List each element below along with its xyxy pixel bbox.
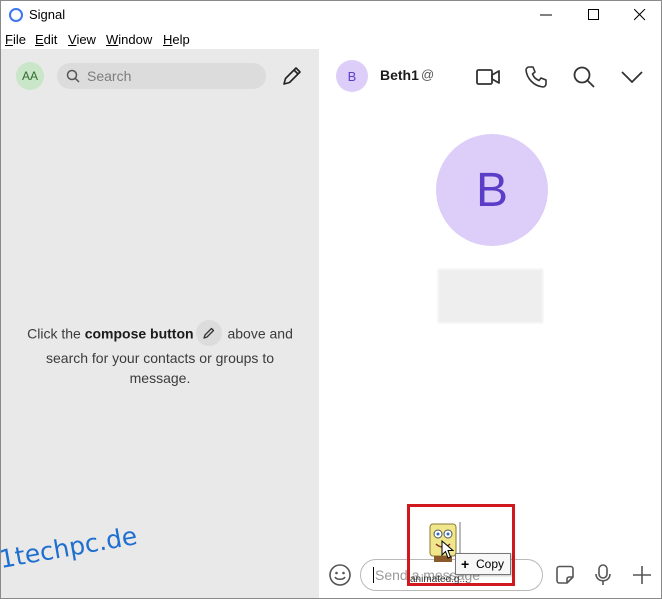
title-bar: Signal (1, 1, 661, 29)
attach-button[interactable] (631, 564, 653, 586)
text-caret (373, 567, 374, 583)
microphone-icon (595, 564, 611, 585)
copy-tooltip: + Copy (455, 553, 511, 575)
smiley-icon (329, 564, 351, 586)
menu-help[interactable]: Help (163, 32, 190, 47)
contact-avatar[interactable]: B (336, 60, 368, 92)
minimize-button[interactable] (523, 1, 569, 29)
more-options-button[interactable] (619, 64, 645, 90)
compose-button[interactable] (280, 64, 304, 88)
redacted-contact-info (438, 269, 543, 323)
maximize-button[interactable] (571, 1, 617, 29)
pencil-icon (283, 67, 301, 85)
search-input[interactable]: Search (57, 63, 266, 89)
contact-name[interactable]: Beth1 (380, 67, 419, 83)
compose-button-text: compose button (84, 325, 194, 342)
emoji-button[interactable] (328, 563, 352, 587)
search-conversation-button[interactable] (571, 64, 597, 90)
menu-file[interactable]: File (5, 32, 26, 47)
video-call-button[interactable] (475, 64, 501, 90)
copy-plus-icon: + (461, 556, 470, 572)
sticker-button[interactable] (554, 564, 576, 586)
my-avatar[interactable]: AA (16, 62, 44, 90)
pencil-icon (195, 320, 222, 346)
window-title: Signal (29, 7, 66, 22)
voice-call-button[interactable] (523, 64, 549, 90)
close-button[interactable] (617, 1, 661, 29)
conversation-list-pane: AA Search Click the compose button above… (1, 49, 319, 598)
sticker-icon (556, 565, 574, 584)
search-icon (573, 66, 595, 88)
plus-icon (633, 566, 651, 584)
search-icon (66, 69, 80, 83)
dragged-file-name: animated.g... (410, 574, 468, 585)
chevron-down-icon (621, 71, 643, 84)
voice-message-button[interactable] (592, 563, 614, 587)
phone-icon (525, 66, 547, 88)
menu-view[interactable]: View (68, 32, 96, 47)
search-placeholder: Search (87, 68, 132, 84)
video-camera-icon (476, 69, 500, 85)
contact-avatar-large: B (436, 134, 548, 246)
menu-bar: File Edit View Window Help (1, 29, 661, 49)
copy-label: Copy (476, 557, 505, 571)
menu-window[interactable]: Window (106, 32, 152, 47)
signal-window: Signal File Edit View Window Help AA Sea… (0, 0, 662, 599)
menu-edit[interactable]: Edit (35, 32, 57, 47)
empty-state-message: Click the compose button above and searc… (21, 320, 299, 388)
signal-logo-icon (9, 8, 23, 22)
contact-at-icon: @ (421, 67, 435, 82)
mouse-cursor-icon (441, 540, 455, 559)
